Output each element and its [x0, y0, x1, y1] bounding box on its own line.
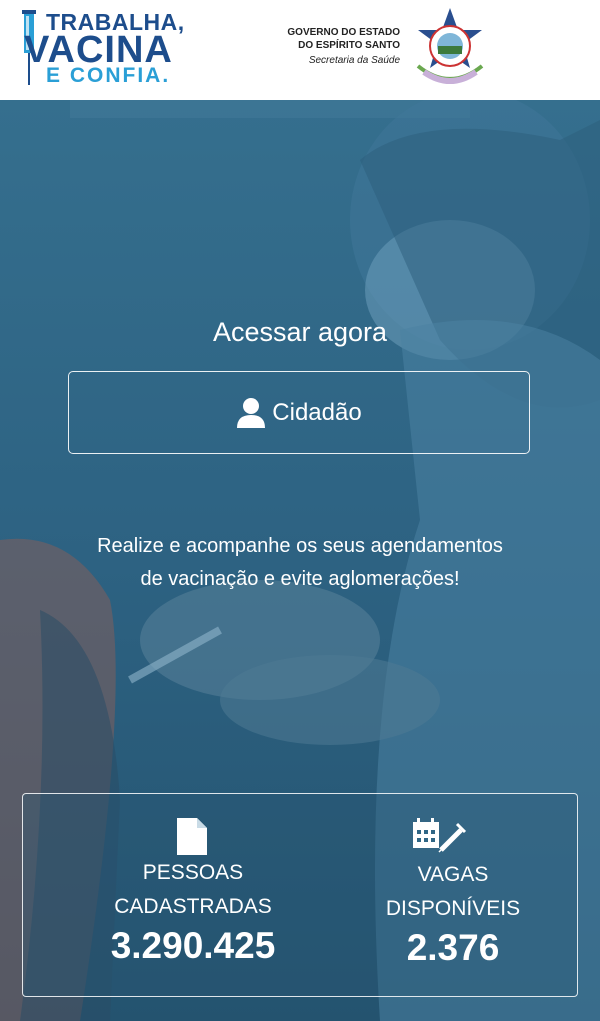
- available-label-line1: VAGAS: [417, 863, 489, 886]
- hero-section: Acessar agora Cidadão Realize e acompanh…: [0, 100, 600, 1021]
- tagline: Realize e acompanhe os seus agendamentos…: [40, 530, 560, 596]
- registered-label-line1: PESSOAS: [142, 861, 244, 884]
- user-icon: [237, 397, 266, 428]
- citizen-button-label: Cidadão: [272, 398, 362, 426]
- registered-label-line2: CADASTRADAS: [114, 895, 272, 918]
- state-coat-of-arms-icon: [416, 8, 484, 84]
- campaign-logo[interactable]: TRABALHA, VACINA E CONFIA.: [22, 10, 192, 88]
- site-header: TRABALHA, VACINA E CONFIA. GOVERNO DO ES…: [0, 0, 600, 100]
- registered-people-stat: PESSOAS CADASTRADAS 3.290.425: [73, 794, 313, 998]
- registered-count: 3.290.425: [110, 925, 276, 966]
- citizen-login-button[interactable]: Cidadão: [68, 371, 530, 454]
- logo-text-line3: E CONFIA.: [46, 64, 171, 87]
- document-icon: [177, 818, 207, 855]
- government-line2: DO ESPÍRITO SANTO: [298, 40, 400, 51]
- available-label-line2: DISPONÍVEIS: [385, 897, 521, 920]
- secretariat-name: Secretaria da Saúde: [308, 55, 400, 66]
- tagline-line2: de vacinação e evite aglomerações!: [140, 568, 460, 590]
- government-line1: GOVERNO DO ESTADO: [287, 27, 400, 38]
- available-count: 2.376: [406, 927, 500, 968]
- access-title: Acessar agora: [212, 317, 388, 347]
- available-slots-stat: VAGAS DISPONÍVEIS 2.376: [333, 794, 573, 998]
- tagline-line1: Realize e acompanhe os seus agendamentos: [97, 535, 503, 557]
- government-name: GOVERNO DO ESTADO DO ESPÍRITO SANTO Secr…: [260, 26, 400, 69]
- stats-panel: PESSOAS CADASTRADAS 3.290.425 VAGAS DISP…: [22, 793, 578, 997]
- calendar-syringe-icon: [413, 818, 467, 853]
